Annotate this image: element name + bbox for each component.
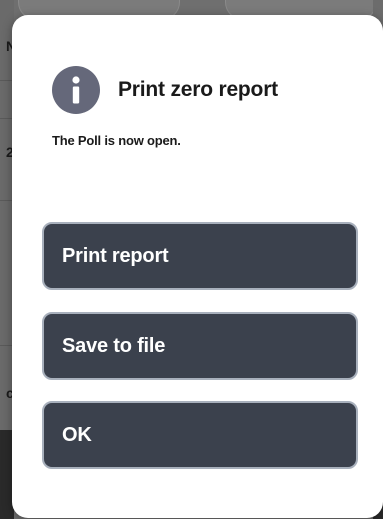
print-report-button[interactable]: Print report xyxy=(42,222,358,290)
dialog-title: Print zero report xyxy=(118,78,278,101)
dialog-message: The Poll is now open. xyxy=(52,133,181,148)
dialog-header: Print zero report xyxy=(52,63,278,117)
print-zero-report-dialog: Print zero report The Poll is now open. … xyxy=(12,15,383,518)
info-icon xyxy=(52,66,100,114)
ok-button[interactable]: OK xyxy=(42,401,358,469)
save-to-file-button[interactable]: Save to file xyxy=(42,312,358,380)
